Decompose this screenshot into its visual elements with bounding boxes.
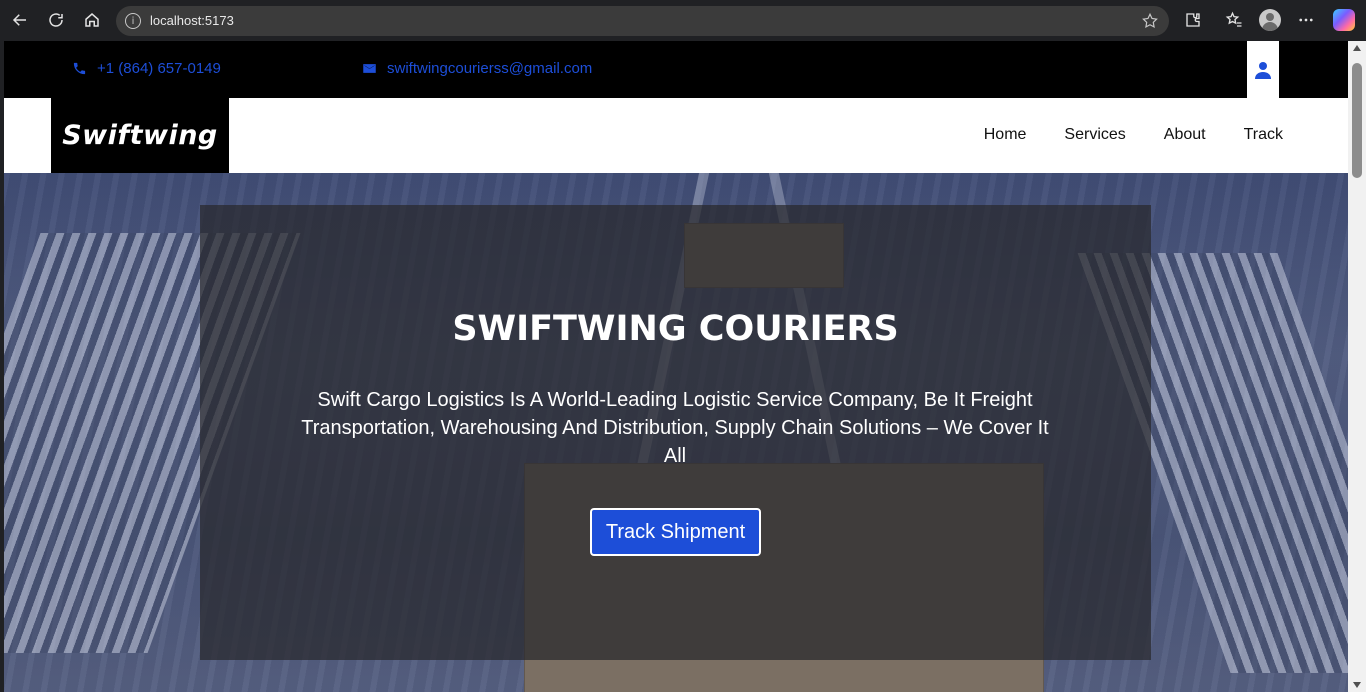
hero-title: SWIFTWING COURIERS	[452, 309, 899, 349]
phone-number: +1 (864) 657-0149	[97, 60, 221, 77]
phone-icon	[73, 62, 86, 75]
scrollbar-thumb[interactable]	[1352, 63, 1362, 178]
page-scrollbar[interactable]	[1348, 41, 1366, 692]
page-viewport: +1 (864) 657-0149 swiftwingcourierss@gma…	[4, 41, 1348, 692]
home-icon[interactable]	[80, 8, 104, 32]
user-icon	[1255, 61, 1271, 79]
extensions-icon[interactable]	[1183, 10, 1203, 30]
phone-contact[interactable]: +1 (864) 657-0149	[72, 60, 221, 77]
logo-text: Swiftwing	[62, 120, 218, 151]
site-info-icon[interactable]: i	[125, 13, 141, 29]
nav-link-about[interactable]: About	[1164, 126, 1206, 144]
user-account-button[interactable]	[1247, 41, 1279, 98]
nav-links: Home Services About Track	[984, 126, 1283, 144]
scroll-up-icon[interactable]	[1353, 45, 1361, 51]
email-contact[interactable]: swiftwingcourierss@gmail.com	[362, 60, 592, 77]
envelope-icon	[363, 64, 376, 73]
contact-bar: +1 (864) 657-0149 swiftwingcourierss@gma…	[4, 41, 1348, 98]
hero-description: Swift Cargo Logistics Is A World-Leading…	[301, 389, 1049, 467]
hero-section: SWIFTWING COURIERS Swift Cargo Logistics…	[4, 173, 1348, 692]
refresh-icon[interactable]	[44, 8, 68, 32]
main-navbar: Swiftwing Home Services About Track	[4, 98, 1348, 173]
nav-link-home[interactable]: Home	[984, 126, 1027, 144]
email-address: swiftwingcourierss@gmail.com	[387, 60, 593, 77]
nav-link-services[interactable]: Services	[1064, 126, 1125, 144]
logo[interactable]: Swiftwing	[51, 98, 229, 173]
favorite-star-icon[interactable]	[1141, 12, 1159, 30]
more-options-icon[interactable]	[1296, 10, 1316, 30]
back-icon[interactable]	[8, 8, 32, 32]
url-text: localhost:5173	[150, 13, 234, 28]
track-shipment-button[interactable]: Track Shipment	[590, 508, 761, 556]
profile-avatar-icon[interactable]	[1259, 9, 1281, 31]
favorites-icon[interactable]	[1224, 10, 1244, 30]
scroll-down-icon[interactable]	[1353, 682, 1361, 688]
browser-toolbar: i localhost:5173	[0, 0, 1366, 41]
address-bar[interactable]: i localhost:5173	[116, 6, 1169, 36]
copilot-icon[interactable]	[1333, 9, 1355, 31]
nav-link-track[interactable]: Track	[1244, 126, 1283, 144]
